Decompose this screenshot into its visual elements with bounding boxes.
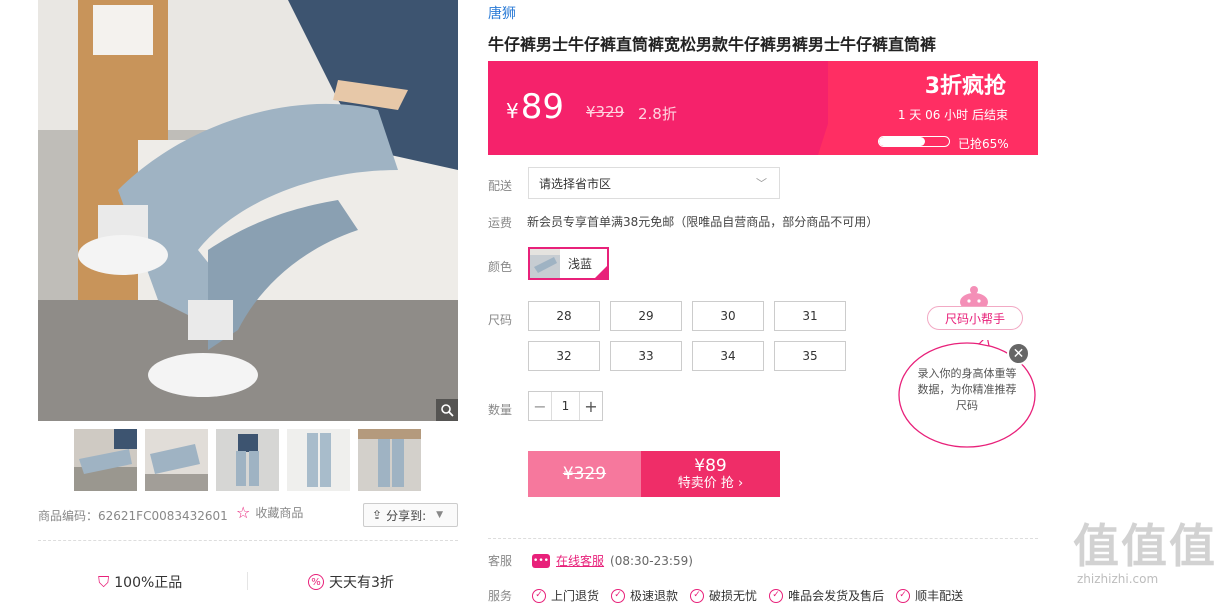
sold-progress-label: 已抢65% xyxy=(958,137,1009,151)
cs-hours: (08:30-23:59) xyxy=(610,553,693,568)
watermark-logo: 值值值 xyxy=(1073,519,1217,573)
check-icon: ✓ xyxy=(611,588,626,603)
quantity-decrease-button[interactable]: − xyxy=(529,392,551,420)
color-option-label: 浅蓝 xyxy=(568,257,593,271)
cs-label: 客服 xyxy=(488,554,513,568)
divider xyxy=(38,540,458,541)
service-row: 服务 ✓ 上门退货 ✓ 极速退款 ✓ 破损无忧 ✓ 唯品会发货及售后 ✓ 顺丰配送 xyxy=(488,587,963,604)
size-option-34[interactable]: 34 xyxy=(692,341,764,371)
thumbnail-3[interactable] xyxy=(216,429,279,491)
share-label: 分享到: xyxy=(386,508,427,523)
online-cs-link[interactable]: 在线客服 xyxy=(556,552,604,569)
check-icon: ✓ xyxy=(532,588,547,603)
check-icon: ✓ xyxy=(896,588,911,603)
size-option-31[interactable]: 31 xyxy=(774,301,846,331)
service-item: ✓ 极速退款 xyxy=(611,587,678,604)
guarantee-label: 100%正品 xyxy=(114,575,183,591)
main-product-image[interactable] xyxy=(38,0,458,421)
color-option-light-blue[interactable]: 浅蓝 xyxy=(528,247,609,280)
region-select[interactable]: 请选择省市区 ﹀ xyxy=(528,167,780,199)
thumbnail-2[interactable] xyxy=(145,429,208,491)
service-item-label: 唯品会发货及售后 xyxy=(788,589,885,603)
shipping-label: 运费 xyxy=(488,216,513,230)
size-helper-text: 录入你的身高体重等数据，为你精准推荐尺码 xyxy=(917,367,1017,412)
favorite-label: 收藏商品 xyxy=(255,506,304,520)
service-item: ✓ 破损无忧 xyxy=(690,587,757,604)
quantity-increase-button[interactable]: + xyxy=(580,392,602,420)
quantity-stepper: − 1 + xyxy=(528,391,603,421)
size-option-28[interactable]: 28 xyxy=(528,301,600,331)
selected-check-icon xyxy=(594,265,607,278)
separator xyxy=(247,572,248,590)
share-icon: ⇪ xyxy=(372,508,383,522)
star-icon: ☆ xyxy=(236,502,251,522)
customer-service-row: 客服 ••• 在线客服 (08:30-23:59) xyxy=(488,552,693,569)
region-select-value: 请选择省市区 xyxy=(539,176,612,191)
guarantee-discount: % 天天有3折 xyxy=(308,572,394,592)
current-price: ¥ 89 xyxy=(506,87,564,127)
product-photo xyxy=(38,0,458,421)
share-button[interactable]: ⇪ 分享到: ▼ xyxy=(363,503,458,527)
discount-label: 2.8折 xyxy=(638,105,677,123)
thumbnail-4[interactable] xyxy=(287,429,350,491)
size-option-29[interactable]: 29 xyxy=(610,301,682,331)
flash-sale-title: 3折疯抢 xyxy=(924,74,1006,99)
service-item: ✓ 上门退货 xyxy=(532,587,599,604)
color-swatch xyxy=(530,249,560,278)
original-price: ¥329 xyxy=(586,103,625,121)
service-label: 服务 xyxy=(488,589,513,603)
close-icon[interactable]: ✕ xyxy=(1007,342,1030,365)
price-value: 89 xyxy=(520,87,564,127)
product-title: 牛仔裤男士牛仔裤直筒裤宽松男款牛仔裤男裤男士牛仔裤直筒裤 xyxy=(488,35,937,54)
price-banner: ¥ 89 ¥329 2.8折 3折疯抢 1 天 06 小时 后结束 已抢65% xyxy=(488,61,1038,155)
size-option-35[interactable]: 35 xyxy=(774,341,846,371)
service-item: ✓ 顺丰配送 xyxy=(896,587,963,604)
quantity-label: 数量 xyxy=(488,403,513,417)
thumbnail-5[interactable] xyxy=(358,429,421,491)
shield-icon: ⛉ xyxy=(98,573,110,591)
sold-progress-bar xyxy=(878,136,950,147)
zoom-icon[interactable] xyxy=(436,399,458,421)
service-item-label: 顺丰配送 xyxy=(915,589,964,603)
original-price-button[interactable]: ¥329 xyxy=(528,451,641,497)
check-icon: ✓ xyxy=(690,588,705,603)
color-label: 颜色 xyxy=(488,260,513,274)
size-helper-button[interactable]: 尺码小帮手 xyxy=(927,306,1023,330)
percent-icon: % xyxy=(308,574,324,590)
check-icon: ✓ xyxy=(769,588,784,603)
service-item: ✓ 唯品会发货及售后 xyxy=(769,587,884,604)
service-item-label: 上门退货 xyxy=(551,589,600,603)
thumbnail-1[interactable] xyxy=(74,429,137,491)
delivery-label: 配送 xyxy=(488,179,513,193)
currency-symbol: ¥ xyxy=(506,99,519,123)
buy-price: ¥89 xyxy=(694,456,727,476)
service-item-label: 破损无忧 xyxy=(709,589,758,603)
shipping-info: 新会员专享首单满38元免邮（限唯品自营商品，部分商品不可用） xyxy=(527,215,879,229)
size-option-30[interactable]: 30 xyxy=(692,301,764,331)
buy-now-button[interactable]: ¥89 特卖价 抢 › xyxy=(641,451,780,497)
service-item-label: 极速退款 xyxy=(630,589,679,603)
chevron-down-icon: ▼ xyxy=(436,510,444,520)
guarantee-label: 天天有3折 xyxy=(329,575,394,591)
watermark-url: zhizhizhi.com xyxy=(1077,572,1159,586)
countdown-timer: 1 天 06 小时 后结束 xyxy=(897,108,1008,122)
chat-icon: ••• xyxy=(532,553,551,568)
chevron-down-icon: ﹀ xyxy=(756,177,767,190)
size-label: 尺码 xyxy=(488,313,513,327)
buy-cta-label: 特卖价 抢 › xyxy=(677,476,744,491)
size-option-32[interactable]: 32 xyxy=(528,341,600,371)
site-watermark: 值值值 zhizhizhi.com xyxy=(1073,520,1223,586)
guarantee-authentic: ⛉ 100%正品 xyxy=(98,572,182,592)
product-code: 商品编码：62621FC0083432601 xyxy=(38,509,228,523)
favorite-button[interactable]: ☆ 收藏商品 xyxy=(236,504,303,521)
quantity-input[interactable]: 1 xyxy=(551,392,580,420)
brand-link[interactable]: 唐狮 xyxy=(488,3,516,23)
sold-progress-fill xyxy=(879,137,925,146)
size-option-33[interactable]: 33 xyxy=(610,341,682,371)
divider xyxy=(488,538,1038,539)
